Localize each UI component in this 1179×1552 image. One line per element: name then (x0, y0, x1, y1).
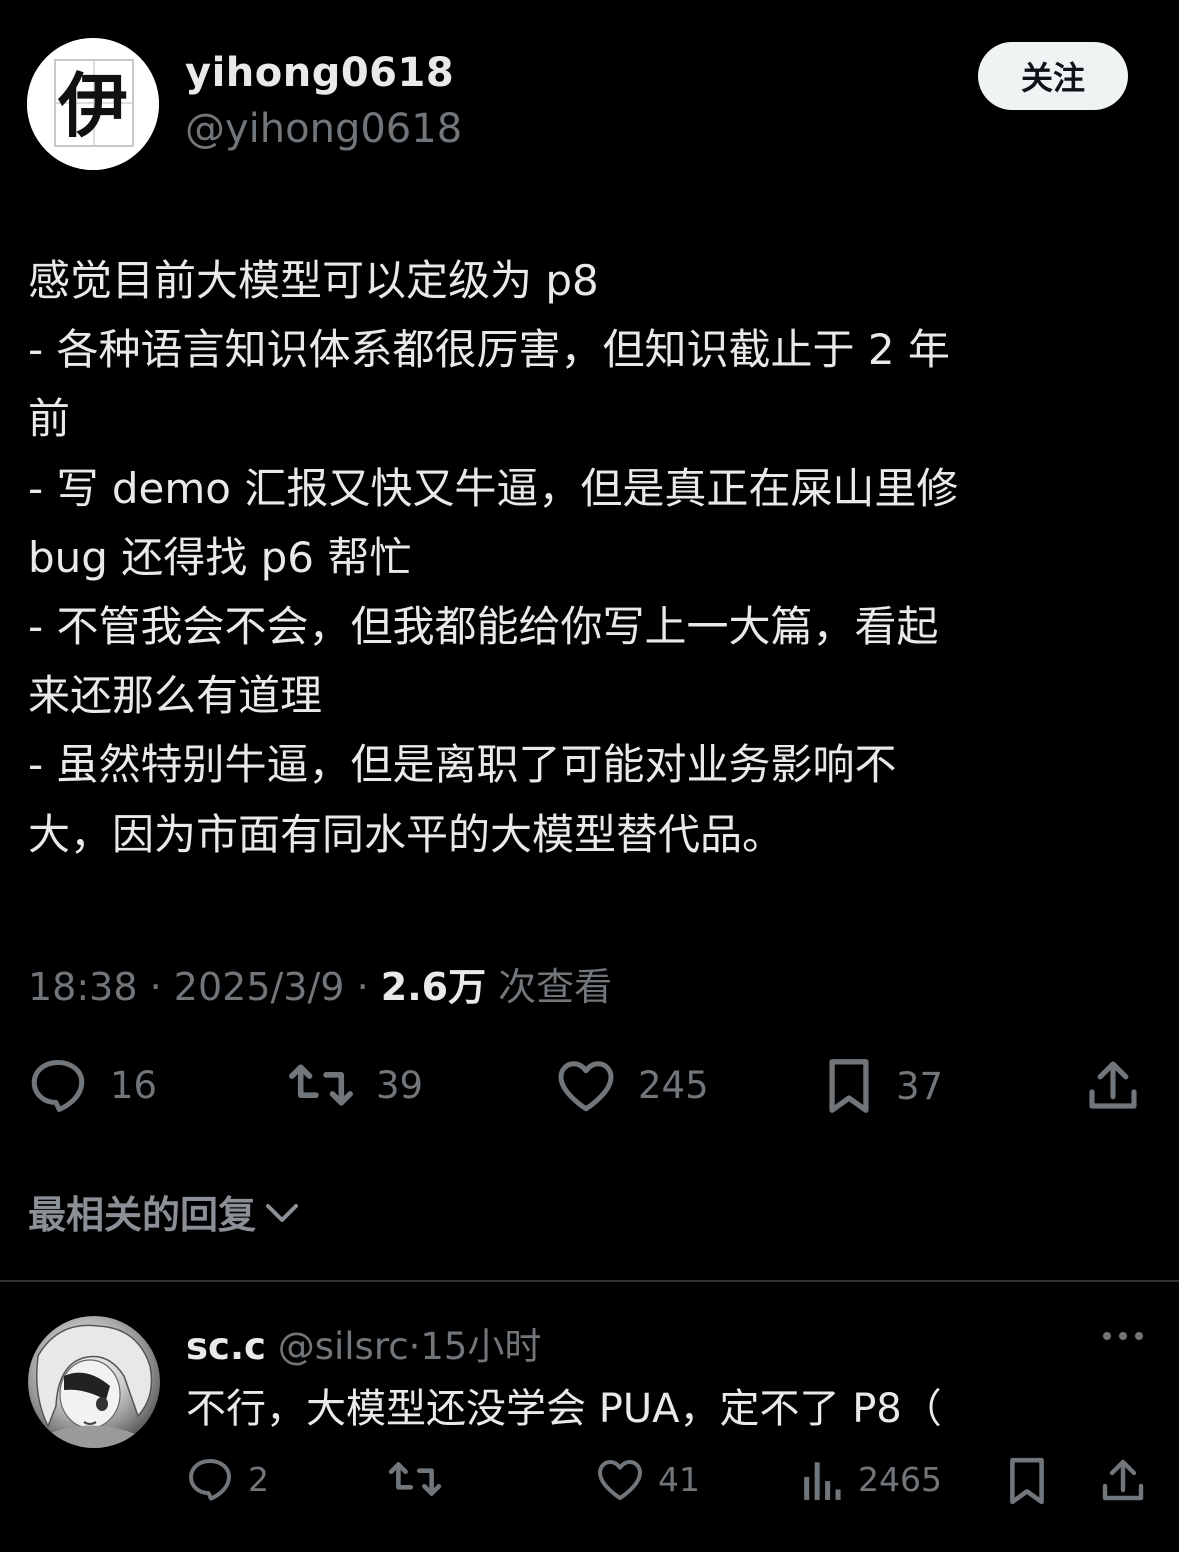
reply-author-avatar[interactable] (28, 1316, 160, 1448)
tweet-line: - 虽然特别牛逼，但是离职了可能对业务影响不 (28, 740, 897, 790)
tweet-line: - 各种语言知识体系都很厉害，但知识截止于 2 年 (28, 325, 950, 375)
reply-handle[interactable]: @silsrc (278, 1325, 409, 1368)
reply-like-button[interactable]: 41 (596, 1456, 700, 1502)
view-count-suffix: 次查看 (498, 965, 613, 1009)
reply-time[interactable]: 15小时 (420, 1325, 541, 1368)
retweet-icon (289, 1064, 353, 1106)
anime-avatar-image (28, 1324, 160, 1448)
tweet-line: - 写 demo 汇报又快又牛逼，但是真正在屎山里修 (28, 463, 959, 513)
reply-more-button[interactable] (1100, 1316, 1146, 1360)
retweet-count: 39 (376, 1063, 424, 1107)
like-button[interactable]: 245 (556, 1057, 709, 1113)
bookmark-icon (829, 1059, 869, 1113)
like-icon (598, 1460, 642, 1500)
retweet-button[interactable]: 39 (288, 1057, 423, 1113)
reply-share-button[interactable] (1100, 1456, 1146, 1504)
reply-view-count: 2465 (858, 1459, 942, 1499)
bookmark-count: 37 (896, 1064, 944, 1108)
tweet-line: 大，因为市面有同水平的大模型替代品。 (28, 809, 785, 859)
reply-reply-count: 2 (248, 1459, 269, 1499)
display-name[interactable]: yihong0618 (185, 50, 454, 96)
reply-views-button[interactable]: 2465 (802, 1456, 942, 1502)
like-icon (558, 1061, 614, 1112)
reply-icon (31, 1060, 85, 1112)
share-icon (1089, 1061, 1137, 1109)
replies-sort-label: 最相关的回复 (28, 1193, 257, 1237)
follow-button[interactable]: 关注 (978, 42, 1128, 110)
tweet-meta: 18:38 · 2025/3/9 · 2.6万 次查看 (28, 956, 612, 1011)
meta-separator: · (408, 1325, 421, 1368)
tweet-time[interactable]: 18:38 (28, 965, 138, 1009)
reply-button[interactable]: 16 (28, 1057, 157, 1113)
tweet-date[interactable]: 2025/3/9 (174, 965, 345, 1009)
tweet-line: - 不管我会不会，但我都能给你写上一大篇，看起 (28, 602, 939, 652)
reply-bookmark-button[interactable] (1006, 1456, 1048, 1506)
replies-sort-dropdown[interactable]: 最相关的回复 (28, 1184, 302, 1239)
reply-reply-button[interactable]: 2 (186, 1456, 269, 1502)
svg-text:伊: 伊 (57, 64, 128, 147)
tweet-line: 感觉目前大模型可以定级为 p8 (28, 256, 599, 305)
tweet-text: 感觉目前大模型可以定级为 p8 - 各种语言知识体系都很厉害，但知识截止于 2 … (28, 246, 1158, 869)
tweet-line: 来还那么有道理 (28, 671, 323, 721)
views-icon (804, 1462, 841, 1500)
section-divider (0, 1280, 1179, 1282)
meta-separator: · (356, 965, 369, 1009)
tweet-line: 前 (28, 394, 71, 444)
more-icon (1103, 1332, 1143, 1340)
share-icon (1102, 1459, 1144, 1501)
like-count: 245 (638, 1063, 709, 1107)
user-handle[interactable]: @yihong0618 (185, 106, 462, 152)
tweet-line: bug 还得找 p6 帮忙 (28, 532, 412, 582)
reply-icon (189, 1459, 231, 1501)
reply-count: 16 (110, 1063, 158, 1107)
reply-retweet-button[interactable] (388, 1456, 442, 1502)
author-avatar[interactable]: 伊 (27, 38, 159, 170)
reply-text: 不行，大模型还没学会 PUA，定不了 P8（ (186, 1386, 942, 1432)
reply-like-count: 41 (658, 1459, 700, 1499)
reply-display-name[interactable]: sc.c (186, 1325, 266, 1368)
bookmark-button[interactable]: 37 (824, 1057, 943, 1115)
bookmark-icon (1010, 1457, 1044, 1505)
share-button[interactable] (1086, 1057, 1140, 1113)
view-count[interactable]: 2.6万 (381, 965, 486, 1009)
avatar-logo: 伊 (27, 38, 159, 170)
reply-header: sc.c @silsrc·15小时 (186, 1316, 541, 1370)
meta-separator: · (149, 965, 162, 1009)
retweet-icon (388, 1462, 442, 1496)
chevron-down-icon (266, 1203, 299, 1222)
